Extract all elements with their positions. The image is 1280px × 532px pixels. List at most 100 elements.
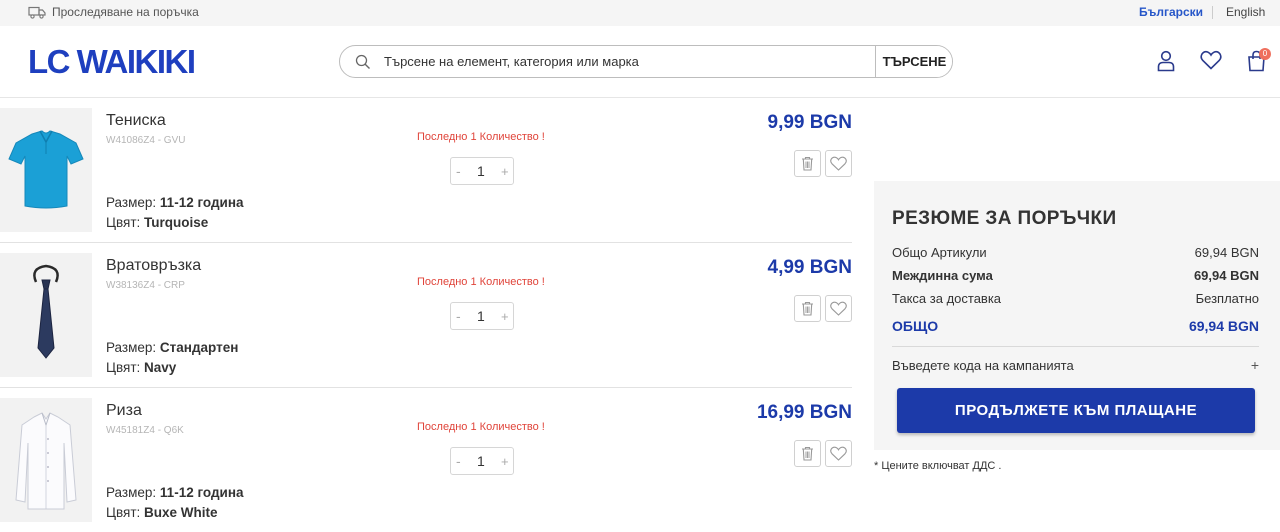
brand-logo[interactable]: LC WAIKIKI [28,43,196,80]
cart-item: Тениска W41086Z4 - GVU Размер: 11-12 год… [0,98,852,243]
product-color: Цвят: Turquoise [106,215,208,230]
size-value: Стандартен [159,340,239,355]
product-color: Цвят: Navy [106,360,176,375]
quantity-increase-button[interactable]: + [501,454,509,469]
add-to-favorites-button[interactable] [825,440,852,467]
low-stock-warning: Последно 1 Количество ! [417,276,545,288]
summary-label: Общо Артикули [892,245,987,260]
user-icon[interactable] [1156,50,1176,72]
remove-item-button[interactable] [794,440,821,467]
quantity-value[interactable]: 1 [477,453,485,469]
summary-label: Междинна сума [892,268,993,283]
product-price: 9,99 BGN [767,112,852,133]
quantity-stepper: - 1 + [450,447,514,475]
summary-value: Безплатно [1195,291,1259,306]
product-size: Размер: 11-12 година [106,485,244,500]
product-name[interactable]: Вратовръзка [106,257,201,275]
heart-icon[interactable] [1200,50,1222,70]
site-header: LC WAIKIKI ТЪРСЕНЕ 0 [0,26,1280,98]
summary-divider [892,346,1259,347]
tie-image [33,264,59,359]
add-to-favorites-button[interactable] [825,150,852,177]
quantity-increase-button[interactable]: + [501,164,509,179]
vat-note: * Цените включват ДДС . [874,460,1002,472]
quantity-increase-button[interactable]: + [501,309,509,324]
quantity-value[interactable]: 1 [477,163,485,179]
add-to-favorites-button[interactable] [825,295,852,322]
order-tracking-label: Проследяване на поръчка [52,5,199,19]
promo-code-toggle[interactable]: Въведете кода на кампанията + [892,357,1259,373]
quantity-decrease-button[interactable]: - [456,163,461,179]
promo-code-label: Въведете кода на кампанията [892,358,1074,373]
summary-row-subtotal: Междинна сума 69,94 BGN [892,268,1259,283]
product-price: 16,99 BGN [756,402,852,423]
product-image-shirt[interactable] [0,398,92,522]
color-value: Turquoise [144,215,209,230]
proceed-to-payment-button[interactable]: ПРОДЪЛЖЕТЕ КЪМ ПЛАЩАНЕ [897,388,1255,433]
product-sku: W41086Z4 - GVU [106,135,186,146]
summary-value: 69,94 BGN [1194,245,1259,260]
size-value: 11-12 година [159,195,244,210]
language-english[interactable]: English [1226,5,1265,19]
cart-item: Риза W45181Z4 - Q6K Размер: 11-12 година… [0,388,852,532]
remove-item-button[interactable] [794,150,821,177]
brand-logo-text: LC WAIKIKI [28,43,196,80]
product-name[interactable]: Риза [106,402,142,420]
search-button[interactable]: ТЪРСЕНЕ [875,46,952,77]
quantity-decrease-button[interactable]: - [456,453,461,469]
summary-row-shipping: Такса за доставка Безплатно [892,291,1259,306]
cart-count-badge: 0 [1259,48,1271,60]
summary-value: 69,94 BGN [1193,268,1259,283]
trash-icon [802,446,813,461]
total-value: 69,94 BGN [1188,318,1259,334]
size-value: 11-12 година [159,485,244,500]
top-bar: Проследяване на поръчка Български Englis… [0,0,1280,26]
heart-icon [830,156,847,171]
product-size: Размер: Стандартен [106,340,238,355]
color-label: Цвят: [106,505,141,520]
product-sku: W45181Z4 - Q6K [106,425,184,436]
low-stock-warning: Последно 1 Количество ! [417,131,545,143]
expand-plus-icon: + [1250,357,1259,373]
summary-row-items-total: Общо Артикули 69,94 BGN [892,245,1259,260]
product-color: Цвят: Buxe White [106,505,218,520]
remove-item-button[interactable] [794,295,821,322]
size-label: Размер: [106,485,157,500]
quantity-stepper: - 1 + [450,157,514,185]
low-stock-warning: Последно 1 Количество ! [417,421,545,433]
language-bulgarian[interactable]: Български [1139,5,1203,19]
polo-shirt-image [8,130,84,209]
size-label: Размер: [106,340,157,355]
search-bar: ТЪРСЕНЕ [339,45,953,78]
order-summary-title: РЕЗЮМЕ ЗА ПОРЪЧКИ [892,208,1117,229]
product-sku: W38136Z4 - CRP [106,280,185,291]
product-size: Размер: 11-12 година [106,195,244,210]
order-tracking-link[interactable]: Проследяване на поръчка [28,5,199,19]
quantity-decrease-button[interactable]: - [456,308,461,324]
trash-icon [802,301,813,316]
language-divider [1212,6,1213,19]
shirt-image [15,412,77,510]
search-input[interactable] [384,46,872,77]
summary-label: Такса за доставка [892,291,1002,306]
product-image-polo-shirt[interactable] [0,108,92,232]
product-price: 4,99 BGN [767,257,852,278]
order-summary-panel: РЕЗЮМЕ ЗА ПОРЪЧКИ Общо Артикули 69,94 BG… [874,181,1280,450]
total-label: ОБЩО [892,318,939,334]
product-name[interactable]: Тениска [106,112,166,130]
heart-icon [830,301,847,316]
trash-icon [802,156,813,171]
truck-icon [28,6,46,19]
quantity-value[interactable]: 1 [477,308,485,324]
color-label: Цвят: [106,360,141,375]
search-icon [355,54,370,69]
size-label: Размер: [106,195,157,210]
cart-item: Вратовръзка W38136Z4 - CRP Размер: Станд… [0,243,852,388]
color-value: Navy [144,360,177,375]
heart-icon [830,446,847,461]
product-image-tie[interactable] [0,253,92,377]
quantity-stepper: - 1 + [450,302,514,330]
color-label: Цвят: [106,215,141,230]
color-value: Buxe White [144,505,218,520]
summary-row-total: ОБЩО 69,94 BGN [892,318,1259,334]
